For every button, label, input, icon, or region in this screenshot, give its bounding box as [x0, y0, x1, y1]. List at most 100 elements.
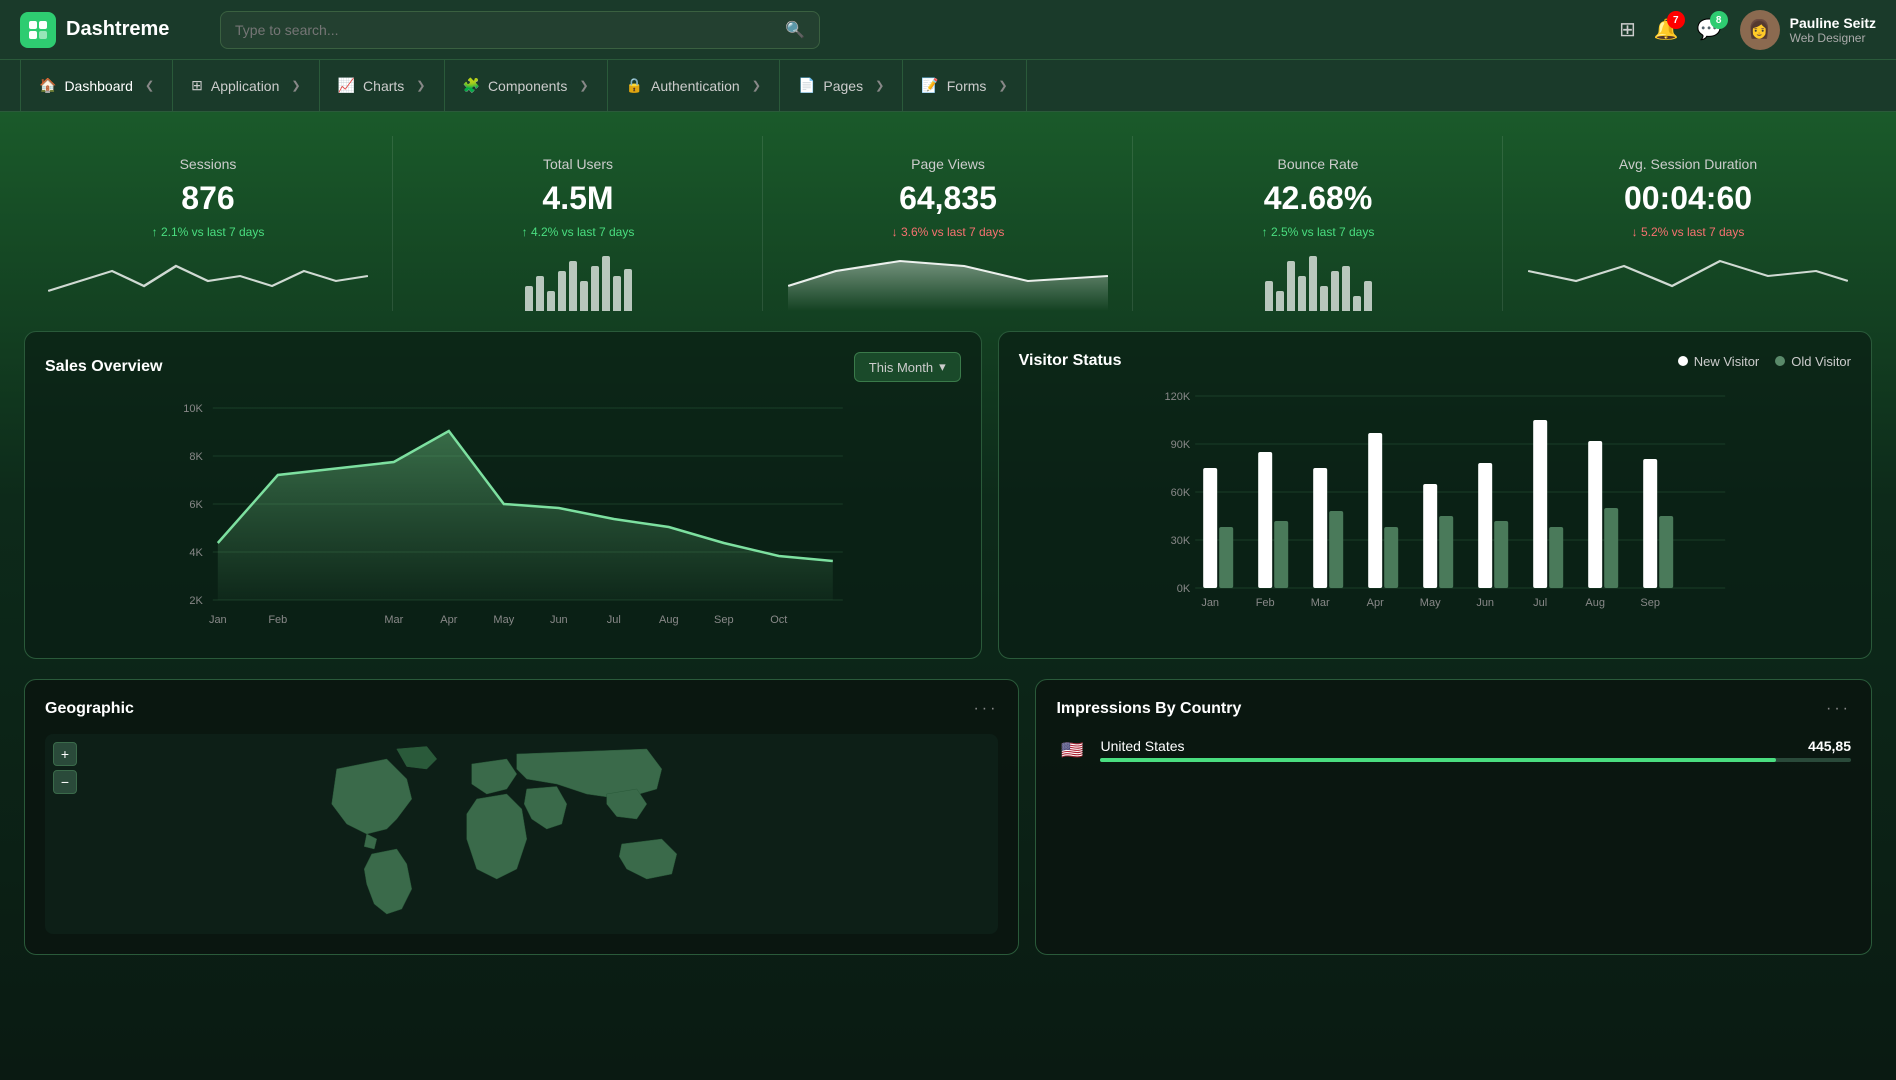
- bar: [580, 281, 588, 311]
- visitor-chart-header: Visitor Status New Visitor Old Visitor: [1019, 352, 1851, 370]
- bottom-row: Geographic ··· + −: [0, 679, 1896, 979]
- logo-icon: [20, 12, 56, 48]
- bar: [1588, 441, 1602, 588]
- us-flag: 🇺🇸: [1056, 734, 1088, 766]
- stat-sessions-value: 876: [48, 180, 368, 217]
- stat-sessions-label: Sessions: [48, 156, 368, 172]
- nav-item-application[interactable]: ⊞ Application ❯: [173, 60, 319, 112]
- old-visitor-label: Old Visitor: [1791, 354, 1851, 369]
- impressions-card: Impressions By Country ··· 🇺🇸 United Sta…: [1035, 679, 1872, 955]
- bar: [1643, 459, 1657, 588]
- svg-text:60K: 60K: [1170, 487, 1190, 499]
- notification-badge: 7: [1667, 11, 1685, 29]
- stat-bounce-change: ↑ 2.5% vs last 7 days: [1158, 225, 1478, 239]
- logo: Dashtreme: [20, 12, 200, 48]
- world-map-svg: [45, 739, 998, 929]
- stat-users-value: 4.5M: [418, 180, 738, 217]
- chevron-pages: ❯: [875, 79, 884, 92]
- svg-text:90K: 90K: [1170, 439, 1190, 451]
- sales-chart-svg: 10K 8K 6K 4K 2K Jan: [45, 398, 961, 638]
- bar: [569, 261, 577, 311]
- search-icon[interactable]: 🔍: [785, 20, 805, 40]
- map-controls: + −: [53, 742, 77, 794]
- svg-text:4K: 4K: [189, 547, 203, 559]
- bar: [1549, 527, 1563, 588]
- stat-bounce-label: Bounce Rate: [1158, 156, 1478, 172]
- nav-item-dashboard[interactable]: 🏠 Dashboard ❮: [20, 60, 173, 112]
- sales-overview-card: Sales Overview This Month ▾ 10K 8K 6K 4K…: [24, 331, 982, 659]
- nav-item-authentication[interactable]: 🔒 Authentication ❯: [608, 60, 780, 112]
- search-input[interactable]: [235, 22, 785, 38]
- home-icon: 🏠: [39, 77, 56, 94]
- impressions-menu-btn[interactable]: ···: [1826, 700, 1851, 718]
- notification-btn[interactable]: 🔔 7: [1654, 17, 1679, 42]
- charts-row: Sales Overview This Month ▾ 10K 8K 6K 4K…: [0, 311, 1896, 679]
- svg-text:May: May: [1419, 597, 1440, 609]
- svg-text:Aug: Aug: [659, 614, 679, 626]
- stat-bounce-chart: [1158, 251, 1478, 311]
- message-badge: 8: [1710, 11, 1728, 29]
- bar: [1439, 516, 1453, 588]
- country-details-us: United States 445,85: [1100, 738, 1851, 762]
- bar: [1298, 276, 1306, 311]
- stat-sessions-chart: [48, 251, 368, 311]
- old-visitor-dot: [1775, 356, 1785, 366]
- user-name: Pauline Seitz: [1790, 15, 1876, 31]
- map-zoom-out[interactable]: −: [53, 770, 77, 794]
- bar: [1274, 521, 1288, 588]
- main-content: Sessions 876 ↑ 2.1% vs last 7 days Total…: [0, 112, 1896, 1080]
- nav-item-pages[interactable]: 📄 Pages ❯: [780, 60, 903, 112]
- stats-row: Sessions 876 ↑ 2.1% vs last 7 days Total…: [0, 112, 1896, 311]
- svg-text:0K: 0K: [1176, 583, 1190, 595]
- bar: [1329, 511, 1343, 588]
- search-bar[interactable]: 🔍: [220, 11, 820, 49]
- grid-icon-btn[interactable]: ⊞: [1619, 17, 1636, 42]
- nav-label-pages: Pages: [823, 78, 863, 94]
- stat-avg-session: Avg. Session Duration 00:04:60 ↓ 5.2% vs…: [1504, 136, 1872, 311]
- bar: [602, 256, 610, 311]
- message-btn[interactable]: 💬 8: [1697, 17, 1722, 42]
- bar: [1368, 433, 1382, 588]
- svg-text:Sep: Sep: [1640, 597, 1660, 609]
- bar: [1494, 521, 1508, 588]
- stat-sessions-change: ↑ 2.1% vs last 7 days: [48, 225, 368, 239]
- visitor-legend: New Visitor Old Visitor: [1678, 354, 1851, 369]
- stat-avgsession-chart: [1528, 251, 1848, 311]
- filter-label: This Month: [869, 360, 933, 375]
- nav-item-components[interactable]: 🧩 Components ❯: [445, 60, 608, 112]
- avatar: 👩: [1740, 10, 1780, 50]
- sales-chart-header: Sales Overview This Month ▾: [45, 352, 961, 382]
- nav-item-charts[interactable]: 📈 Charts ❯: [320, 60, 445, 112]
- svg-text:2K: 2K: [189, 595, 203, 607]
- bar: [1604, 508, 1618, 588]
- stat-bounce-value: 42.68%: [1158, 180, 1478, 217]
- bar: [1533, 420, 1547, 588]
- svg-text:Oct: Oct: [770, 614, 787, 626]
- stat-avgsession-value: 00:04:60: [1528, 180, 1848, 217]
- svg-text:120K: 120K: [1164, 391, 1190, 403]
- svg-text:Feb: Feb: [1255, 597, 1274, 609]
- bar: [591, 266, 599, 311]
- chevron-down-icon: ▾: [939, 359, 946, 375]
- map-zoom-in[interactable]: +: [53, 742, 77, 766]
- stat-bounce-rate: Bounce Rate 42.68% ↑ 2.5% vs last 7 days: [1134, 136, 1503, 311]
- geo-menu-btn[interactable]: ···: [973, 700, 998, 718]
- nav-item-forms[interactable]: 📝 Forms ❯: [903, 60, 1026, 112]
- user-details: Pauline Seitz Web Designer: [1790, 15, 1876, 45]
- stat-users-change: ↑ 4.2% vs last 7 days: [418, 225, 738, 239]
- progress-bar-us: [1100, 758, 1851, 762]
- bar: [624, 269, 632, 311]
- svg-text:Mar: Mar: [384, 614, 403, 626]
- country-name-us: United States: [1100, 738, 1808, 754]
- geo-title: Geographic: [45, 700, 134, 718]
- svg-text:Jan: Jan: [209, 614, 227, 626]
- chevron-application: ❯: [291, 79, 300, 92]
- this-month-filter[interactable]: This Month ▾: [854, 352, 961, 382]
- map-container: + −: [45, 734, 998, 934]
- svg-text:Jul: Jul: [607, 614, 621, 626]
- svg-text:Apr: Apr: [1366, 597, 1383, 609]
- bar: [1258, 452, 1272, 588]
- user-role: Web Designer: [1790, 31, 1876, 45]
- bar: [1423, 484, 1437, 588]
- bar: [547, 291, 555, 311]
